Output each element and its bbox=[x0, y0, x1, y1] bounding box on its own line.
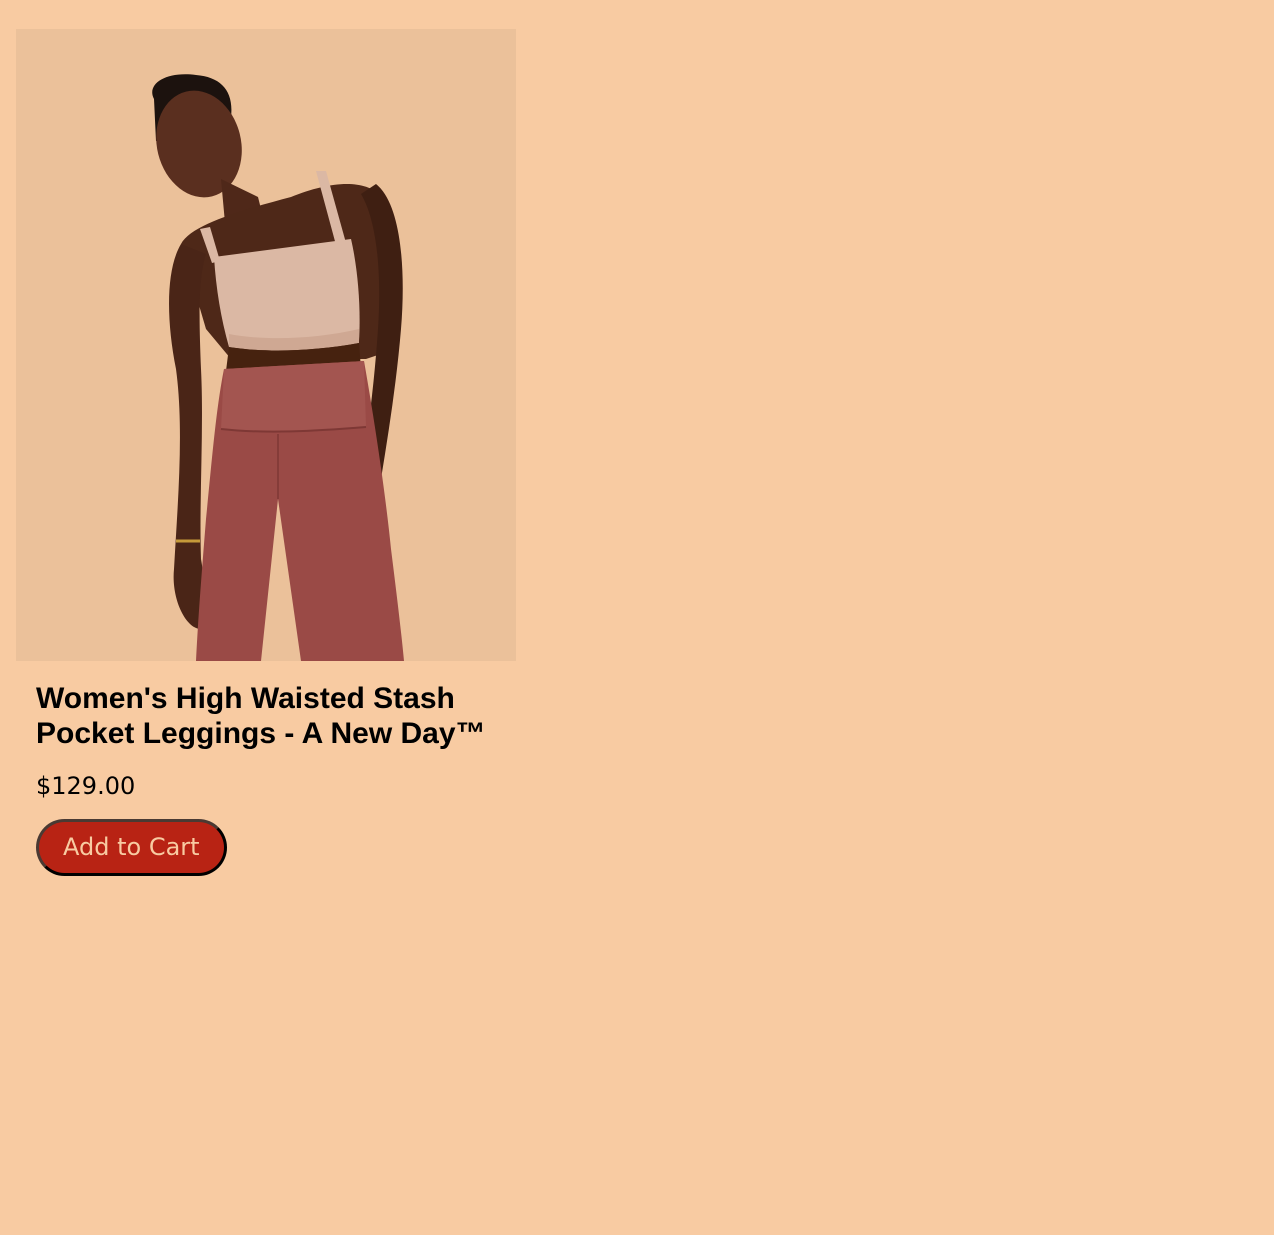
product-title: Women's High Waisted Stash Pocket Leggin… bbox=[36, 682, 486, 750]
product-photo-illustration bbox=[16, 29, 516, 661]
product-info: Women's High Waisted Stash Pocket Leggin… bbox=[16, 681, 516, 876]
product-card: Women's High Waisted Stash Pocket Leggin… bbox=[16, 29, 516, 876]
product-price: $129.00 bbox=[36, 772, 136, 800]
add-to-cart-button[interactable]: Add to Cart bbox=[36, 819, 227, 876]
product-image[interactable] bbox=[16, 29, 516, 661]
